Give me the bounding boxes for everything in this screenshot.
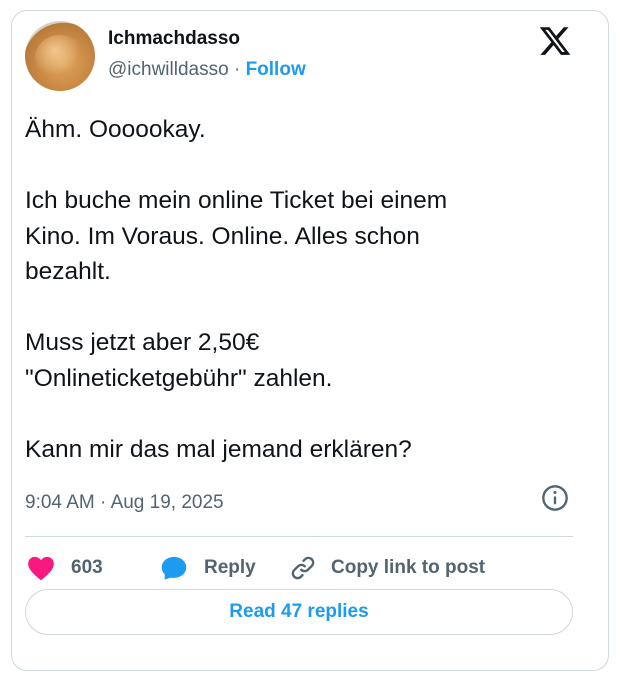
x-logo-icon[interactable]	[538, 24, 572, 58]
copy-link-label: Copy link to post	[331, 557, 486, 578]
tweet-line: Muss jetzt aber 2,50€	[25, 329, 260, 356]
action-bar: 603 Reply Copy link to post	[25, 550, 573, 586]
separator-dot: ·	[233, 59, 241, 80]
tweet-line: bezahlt.	[25, 258, 111, 285]
like-button[interactable]: 603	[27, 550, 103, 586]
read-replies-button[interactable]: Read 47 replies	[25, 589, 573, 635]
divider	[25, 536, 573, 537]
tweet-date: Aug 19, 2025	[110, 492, 224, 513]
avatar-image	[35, 35, 85, 80]
tweet-line: Kino. Im Voraus. Online. Alles schon	[25, 222, 420, 250]
reply-label: Reply	[204, 557, 256, 578]
avatar[interactable]	[25, 21, 95, 91]
link-icon	[291, 556, 315, 580]
tweet-timestamp[interactable]: 9:04 AM · Aug 19, 2025	[25, 492, 224, 514]
tweet-line: "Onlineticketgebühr" zahlen.	[25, 364, 333, 392]
author-name[interactable]: Ichmachdasso	[108, 28, 240, 50]
author-handle-line: @ichwilldasso · Follow	[108, 59, 306, 81]
reply-bubble-icon	[161, 556, 187, 580]
heart-icon	[28, 556, 54, 581]
tweet-text: Ähm. Oooookay. Ich buche mein online Tic…	[25, 112, 580, 467]
like-count: 603	[71, 557, 103, 578]
tweet-line: Ähm. Oooookay.	[25, 116, 206, 143]
reply-button[interactable]: Reply	[160, 550, 256, 586]
separator-dot: ·	[100, 492, 107, 513]
tweet-time: 9:04 AM	[25, 492, 95, 513]
copy-link-button[interactable]: Copy link to post	[289, 550, 485, 586]
info-icon[interactable]	[541, 484, 569, 512]
author-handle[interactable]: @ichwilldasso	[108, 59, 229, 80]
follow-button[interactable]: Follow	[246, 59, 306, 80]
tweet-line: Ich buche mein online Ticket bei einem	[25, 187, 448, 214]
tweet-line: Kann mir das mal jemand erklären?	[25, 435, 412, 463]
